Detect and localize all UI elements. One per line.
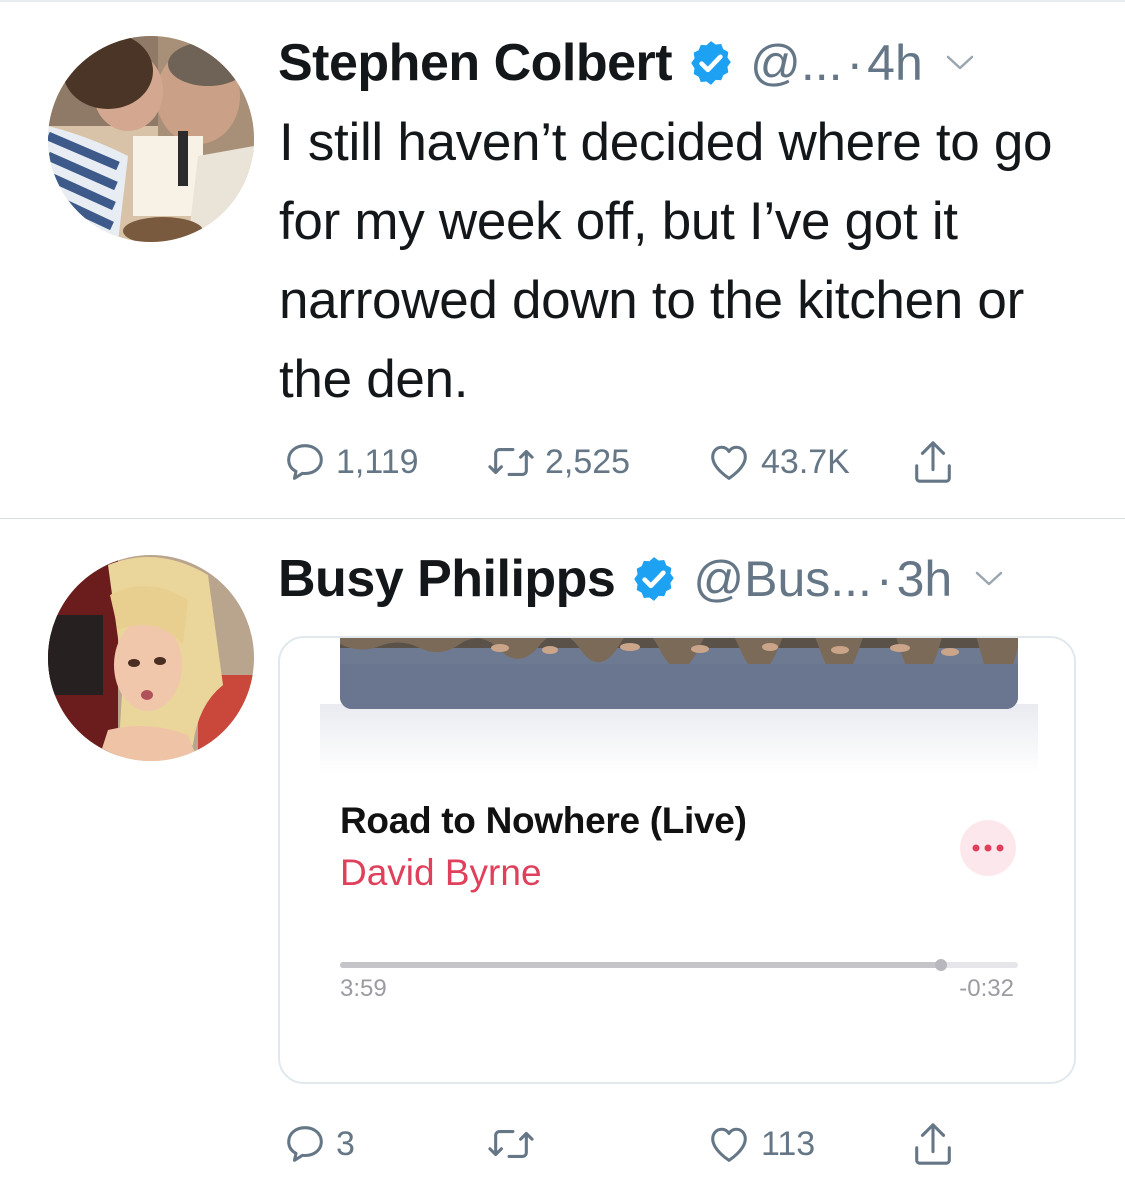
- album-art-image: [340, 638, 1018, 709]
- timestamp[interactable]: 3h: [897, 550, 953, 608]
- reply-count: 3: [336, 1124, 355, 1163]
- timestamp[interactable]: 4h: [867, 34, 923, 92]
- tweet[interactable]: Stephen Colbert @... · 4h I still haven’…: [0, 0, 1125, 518]
- like-button[interactable]: 113: [705, 1119, 815, 1169]
- like-count: 113: [761, 1124, 816, 1163]
- reply-button[interactable]: 1,119: [282, 437, 419, 487]
- author-handle[interactable]: @Bus...: [693, 550, 872, 608]
- share-icon: [910, 437, 956, 487]
- avatar[interactable]: [48, 36, 254, 242]
- avatar-photo: [48, 36, 254, 242]
- retweet-icon: [485, 1121, 537, 1167]
- heart-icon: [705, 1121, 753, 1167]
- retweet-button[interactable]: [485, 1119, 545, 1169]
- reply-icon: [282, 439, 328, 485]
- avatar[interactable]: [48, 555, 254, 761]
- more-options-button[interactable]: [960, 820, 1016, 876]
- share-icon: [910, 1119, 956, 1169]
- tweet-header: Busy Philipps @Bus... · 3h: [278, 549, 1085, 609]
- like-count: 43.7K: [761, 442, 850, 481]
- elapsed-time: 3:59: [340, 975, 387, 1002]
- verified-badge-icon: [686, 38, 736, 88]
- author-name[interactable]: Stephen Colbert: [278, 33, 673, 93]
- like-button[interactable]: 43.7K: [705, 437, 850, 487]
- chevron-down-icon[interactable]: [945, 53, 975, 73]
- avatar-photo: [48, 555, 254, 761]
- heart-icon: [705, 439, 753, 485]
- retweet-button[interactable]: 2,525: [485, 437, 630, 487]
- album-art-shadow: [320, 704, 1038, 774]
- reply-count: 1,119: [336, 442, 419, 481]
- scrubber-knob[interactable]: [935, 959, 947, 971]
- track-artist[interactable]: David Byrne: [340, 852, 542, 894]
- more-options-icon: [972, 839, 1004, 857]
- track-title: Road to Nowhere (Live): [340, 800, 747, 841]
- retweet-count: 2,525: [545, 442, 631, 481]
- author-name[interactable]: Busy Philipps: [278, 549, 616, 609]
- retweet-icon: [485, 439, 537, 485]
- separator-dot: ·: [875, 551, 893, 607]
- tweet[interactable]: Busy Philipps @Bus... · 3h Road to Nowhe…: [0, 519, 1125, 1195]
- tweet-header: Stephen Colbert @... · 4h: [278, 33, 1085, 93]
- tweet-text: I still haven’t decided where to go for …: [279, 113, 1053, 409]
- playback-scrubber[interactable]: [340, 959, 1018, 971]
- album-art[interactable]: [340, 638, 1018, 709]
- separator-dot: ·: [846, 35, 864, 91]
- media-card[interactable]: Road to Nowhere (Live) David Byrne 3:59 …: [278, 636, 1076, 1084]
- reply-button[interactable]: 3: [282, 1119, 355, 1169]
- verified-badge-icon: [629, 554, 679, 604]
- share-button[interactable]: [910, 437, 956, 487]
- remaining-time: -0:32: [959, 975, 1014, 1002]
- share-button[interactable]: [910, 1119, 956, 1169]
- chevron-down-icon[interactable]: [974, 569, 1004, 589]
- reply-icon: [282, 1121, 328, 1167]
- progress-fill: [340, 962, 941, 968]
- author-handle[interactable]: @...: [750, 34, 842, 92]
